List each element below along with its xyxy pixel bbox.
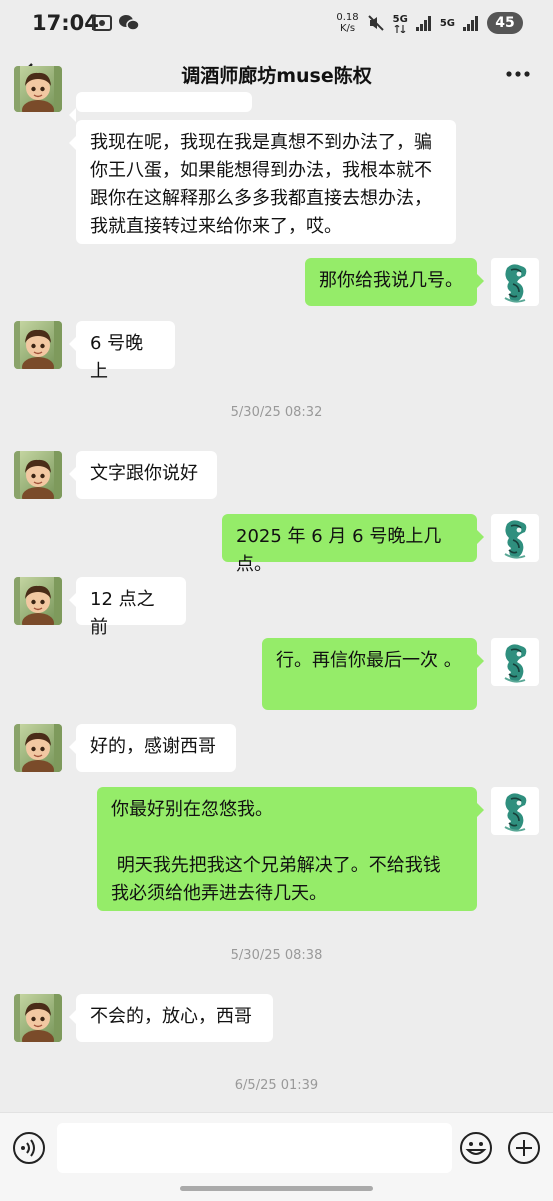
message-bubble-incoming[interactable]: 6 号晚上 [69, 321, 175, 382]
contact-avatar[interactable] [14, 321, 62, 369]
message-bubble-outgoing[interactable]: 2025 年 6 月 6 号晚上几点。 [222, 514, 484, 575]
message-bubble-outgoing[interactable]: 行。再信你最后一次 。 [262, 638, 484, 710]
contact-avatar[interactable] [14, 66, 62, 112]
mute-icon [367, 15, 384, 31]
my-avatar[interactable] [491, 638, 539, 686]
message-bubble-incoming[interactable]: 好的，感谢西哥 [69, 724, 236, 772]
chat-title: 调酒师廊坊muse陈权 [181, 65, 372, 87]
message-bubble-outgoing[interactable]: 你最好别在忽悠我。 明天我先把我这个兄弟解决了。不给我钱 我必须给他弄进去待几天… [97, 787, 484, 911]
contact-avatar[interactable] [14, 577, 62, 625]
message-input[interactable] [57, 1123, 452, 1173]
net-speed: 0.18 K/s [336, 12, 359, 34]
status-time: 17:04 [32, 11, 99, 35]
chat-timestamp: 6/5/25 01:39 [234, 1078, 319, 1093]
more-functions-plus-icon[interactable] [506, 1130, 542, 1166]
message-bubble-partial [69, 92, 252, 122]
signal-strength-icon-2 [463, 16, 478, 31]
my-avatar[interactable] [491, 258, 539, 306]
network-5g-label: 5G [392, 13, 408, 25]
battery-indicator: 45 [487, 12, 523, 34]
voice-input-icon[interactable] [11, 1130, 47, 1166]
more-options-icon[interactable] [503, 62, 533, 86]
wechat-notification-icon [119, 15, 140, 31]
screen-record-icon [92, 15, 112, 31]
message-bubble-incoming[interactable]: 文字跟你说好 [69, 451, 217, 499]
emoji-icon[interactable] [458, 1130, 494, 1166]
network-5g-label-2: 5G [439, 17, 455, 29]
message-bubble-incoming[interactable]: 12 点之前 [69, 577, 186, 638]
contact-avatar[interactable] [14, 724, 62, 772]
home-indicator[interactable] [180, 1186, 373, 1191]
data-arrows-icon [394, 24, 406, 33]
contact-avatar[interactable] [14, 451, 62, 499]
my-avatar[interactable] [491, 787, 539, 835]
chat-timestamp: 5/30/25 08:38 [230, 948, 323, 963]
message-bubble-incoming[interactable]: 我现在呢，我现在我是真想不到办法了，骗 你王八蛋，如果能想得到办法，我根本就不 … [69, 120, 456, 244]
contact-avatar[interactable] [14, 994, 62, 1042]
chat-timestamp: 5/30/25 08:32 [230, 405, 323, 420]
status-bar: 17:04 0.18 K/s 5G 5G 45 [0, 0, 553, 50]
signal-strength-icon [415, 16, 431, 31]
message-bubble-outgoing[interactable]: 那你给我说几号。 [305, 258, 484, 306]
my-avatar[interactable] [491, 514, 539, 562]
message-bubble-incoming[interactable]: 不会的，放心，西哥 [69, 994, 273, 1042]
